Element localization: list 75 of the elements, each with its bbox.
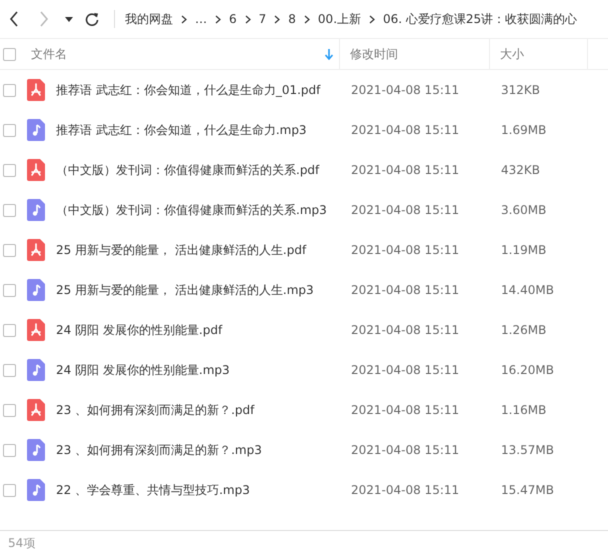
modified-time: 2021-04-08 15:11	[351, 283, 460, 297]
caret-icon	[65, 16, 73, 22]
row-checkbox[interactable]	[3, 324, 16, 336]
file-name[interactable]: （中文版）发刊词：你值得健康而鲜活的关系.pdf	[56, 162, 351, 178]
file-name[interactable]: （中文版）发刊词：你值得健康而鲜活的关系.mp3	[56, 202, 351, 218]
column-header[interactable]: 大小	[500, 46, 524, 62]
file-size: 13.57MB	[501, 443, 554, 457]
breadcrumb-separator-icon	[244, 14, 251, 24]
modified-time: 2021-04-08 15:11	[351, 203, 460, 217]
item-count: 54项	[8, 534, 36, 552]
file-name[interactable]: 25 用新与爱的能量， 活出健康鲜活的人生.pdf	[56, 242, 351, 258]
music-file-icon	[27, 199, 45, 221]
music-file-icon	[27, 279, 45, 301]
breadcrumb-separator-icon	[215, 14, 221, 24]
modified-time: 2021-04-08 15:11	[351, 243, 460, 257]
row-checkbox[interactable]	[3, 364, 16, 376]
file-size: 1.69MB	[501, 123, 546, 137]
pdf-file-icon	[27, 159, 45, 181]
row-checkbox[interactable]	[3, 444, 16, 456]
file-size: 1.26MB	[501, 323, 546, 337]
row-checkbox[interactable]	[3, 284, 16, 296]
file-name[interactable]: 25 用新与爱的能量， 活出健康鲜活的人生.mp3	[56, 282, 351, 298]
file-size: 3.60MB	[501, 203, 546, 217]
file-name[interactable]: 推荐语 武志红：你会知道，什么是生命力_01.pdf	[56, 82, 351, 98]
file-name[interactable]: 24 阴阳 发展你的性别能量.mp3	[56, 362, 351, 378]
file-size: 432KB	[501, 163, 540, 177]
file-name[interactable]: 22 、学会尊重、共情与型技巧.mp3	[56, 482, 351, 498]
file-name[interactable]: 23 、如何拥有深刻而满足的新？.mp3	[56, 442, 351, 458]
modified-time: 2021-04-08 15:11	[351, 163, 460, 177]
modified-time: 2021-04-08 15:11	[351, 443, 460, 457]
breadcrumb-item[interactable]: 8	[288, 12, 296, 26]
file-name[interactable]: 24 阴阳 发展你的性别能量.pdf	[56, 322, 351, 338]
modified-time: 2021-04-08 15:11	[351, 403, 460, 417]
file-size: 1.19MB	[501, 243, 546, 257]
breadcrumb-separator-icon	[181, 14, 187, 24]
select-all-checkbox[interactable]	[3, 48, 16, 60]
pdf-file-icon	[27, 319, 45, 341]
breadcrumb-separator-icon	[274, 14, 280, 24]
breadcrumb-item[interactable]: …	[195, 12, 207, 26]
file-name[interactable]: 23 、如何拥有深刻而满足的新？.pdf	[56, 402, 351, 418]
file-size: 14.40MB	[501, 283, 554, 297]
breadcrumb-item[interactable]: 7	[258, 12, 266, 26]
breadcrumb-item[interactable]: 00.上新	[318, 10, 362, 28]
breadcrumb-item[interactable]: 6	[229, 12, 237, 26]
breadcrumb-separator-icon	[369, 14, 376, 24]
row-checkbox[interactable]	[3, 404, 16, 416]
music-file-icon	[27, 439, 45, 461]
modified-time: 2021-04-08 15:11	[351, 83, 460, 97]
row-checkbox[interactable]	[3, 164, 16, 176]
column-header[interactable]: 文件名	[31, 46, 67, 62]
file-size: 312KB	[501, 83, 540, 97]
pdf-file-icon	[27, 79, 45, 101]
refresh-icon	[85, 12, 99, 26]
music-file-icon	[27, 359, 45, 381]
row-checkbox[interactable]	[3, 204, 16, 216]
row-checkbox[interactable]	[3, 124, 16, 136]
column-header[interactable]: 修改时间	[350, 46, 398, 62]
breadcrumb-item[interactable]: 我的网盘	[125, 10, 173, 28]
modified-time: 2021-04-08 15:11	[351, 363, 460, 377]
row-checkbox[interactable]	[3, 84, 16, 96]
modified-time: 2021-04-08 15:11	[351, 323, 460, 337]
breadcrumb-item[interactable]: 06. 心爱疗愈课25讲：收获圆满的心	[383, 10, 578, 28]
file-size: 16.20MB	[501, 363, 554, 377]
file-size: 1.16MB	[501, 403, 546, 417]
modified-time: 2021-04-08 15:11	[351, 483, 460, 497]
row-checkbox[interactable]	[3, 484, 16, 496]
music-file-icon	[27, 479, 45, 501]
pdf-file-icon	[27, 239, 45, 261]
row-checkbox[interactable]	[3, 244, 16, 256]
music-file-icon	[27, 119, 45, 141]
file-size: 15.47MB	[501, 483, 554, 497]
breadcrumb-separator-icon	[304, 14, 310, 24]
pdf-file-icon	[27, 399, 45, 421]
file-name[interactable]: 推荐语 武志红：你会知道，什么是生命力.mp3	[56, 122, 351, 138]
modified-time: 2021-04-08 15:11	[351, 123, 460, 137]
